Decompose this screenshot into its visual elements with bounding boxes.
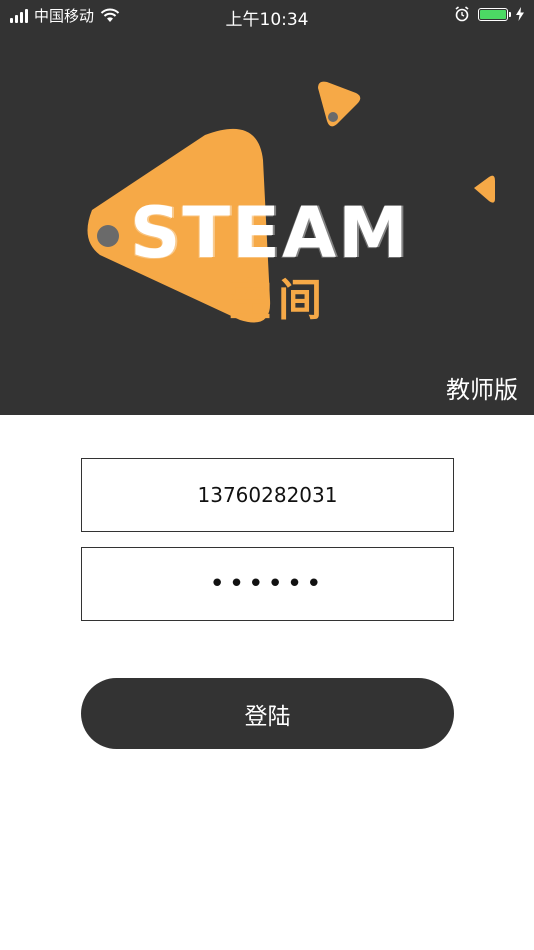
phone-input[interactable]	[82, 458, 453, 532]
login-button[interactable]: 登陆	[81, 678, 454, 749]
password-field[interactable]	[81, 547, 454, 621]
small-triangle-right	[474, 175, 495, 203]
edition-label: 教师版	[446, 376, 518, 404]
logo-subtitle: 空间	[228, 275, 328, 326]
phone-field[interactable]	[81, 458, 454, 532]
logo-tag-hole	[97, 225, 119, 247]
logo-word: STEAM	[130, 192, 410, 274]
small-triangle-top	[318, 81, 361, 127]
password-input[interactable]	[82, 547, 453, 621]
header-banner: 中国移动 上午10:34 STEAM 空间 教师版	[0, 0, 534, 415]
